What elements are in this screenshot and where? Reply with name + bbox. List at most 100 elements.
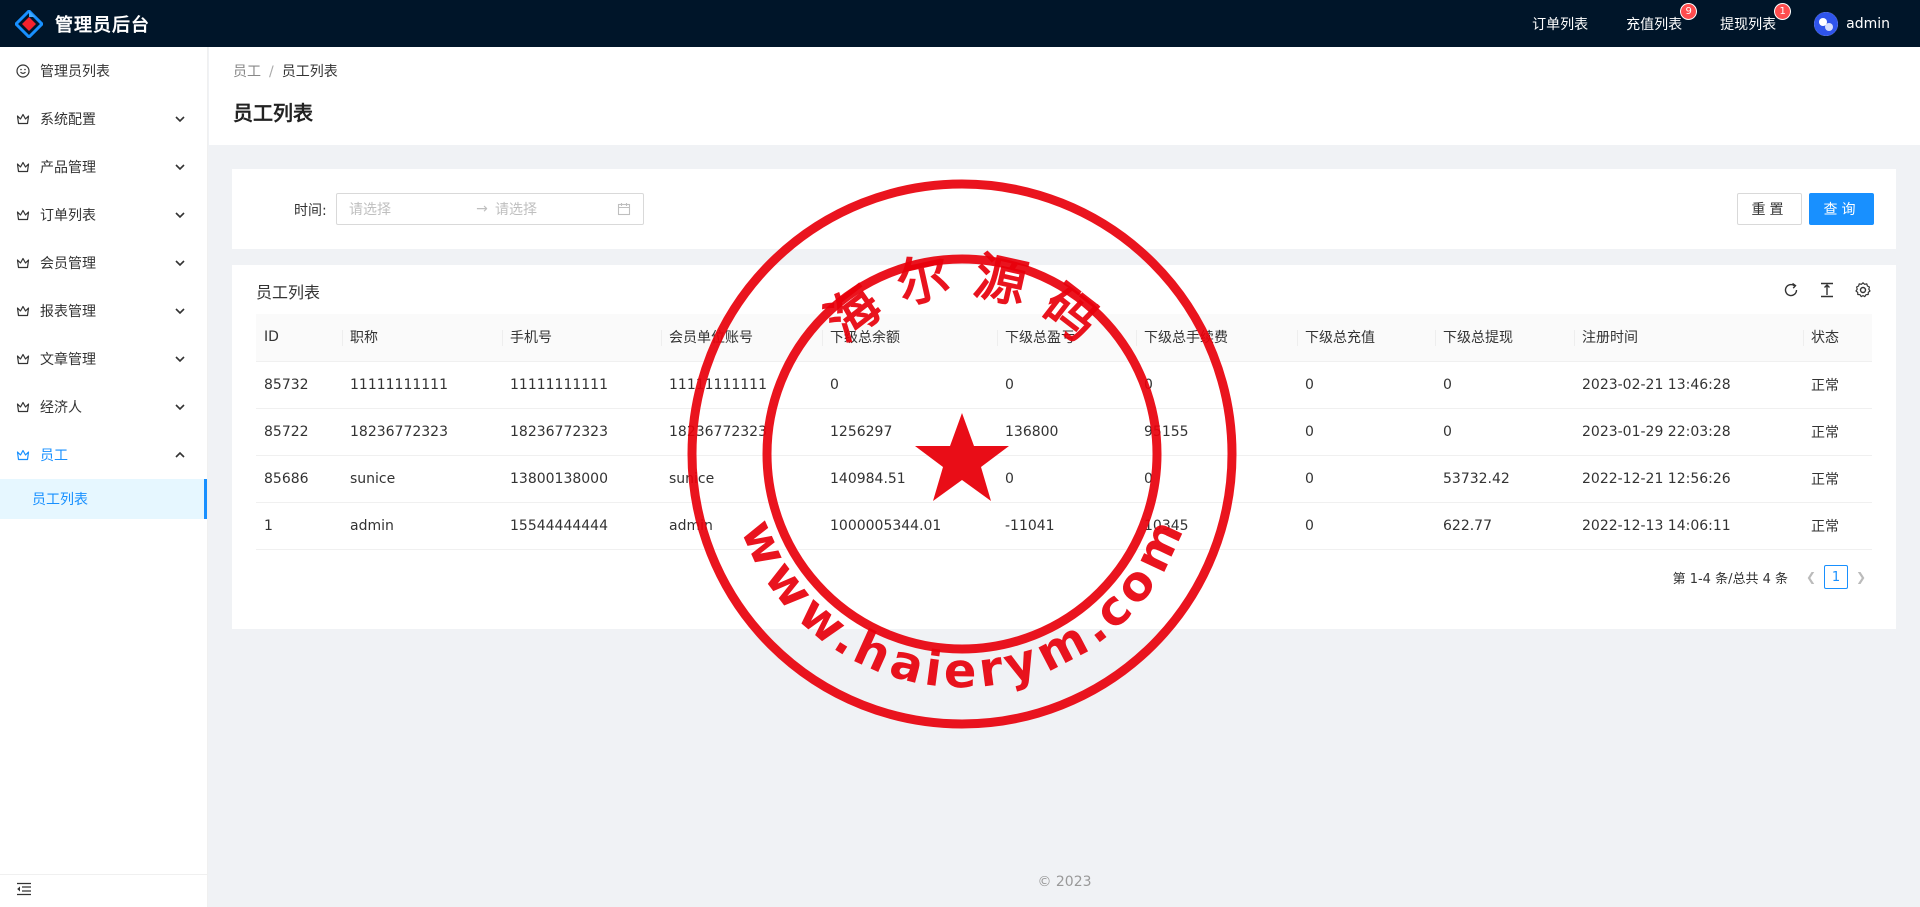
table-cell: 0 (1136, 455, 1297, 503)
header-nav: 订单列表 充值列表 9 提现列表 1 admin (1494, 0, 1890, 47)
table-cell: 18236772323 (502, 408, 661, 456)
breadcrumb-separator: / (269, 64, 274, 80)
start-date-input[interactable]: 请选择 (349, 199, 469, 219)
crown-icon (16, 352, 30, 366)
table-cell: 正常 (1803, 455, 1872, 503)
column-height-icon[interactable] (1818, 281, 1836, 299)
date-range-picker[interactable]: 请选择 → 请选择 (336, 193, 644, 225)
staff-table-card: 员工列表 ID 职称 手机号 会员单位账号 下级总余额 下级总盈亏 下级总手续费 (232, 265, 1896, 629)
sidebar-item-label: 系统配置 (40, 112, 96, 128)
footer-copyright: © 2023 (1037, 874, 1092, 890)
table-cell: 正常 (1803, 502, 1872, 550)
table-toolbar (1782, 281, 1872, 299)
crown-icon (16, 160, 30, 174)
sidebar-item-label: 管理员列表 (40, 64, 110, 80)
column-header: 下级总盈亏 (997, 314, 1136, 362)
sidebar-item-label: 订单列表 (40, 208, 96, 224)
table-cell: 11111111111 (661, 361, 822, 409)
nav-recharge-list-label: 充值列表 (1626, 16, 1683, 33)
nav-withdraw-list[interactable]: 提现列表 1 (1720, 3, 1791, 34)
table-cell: 2023-02-21 13:46:28 (1574, 361, 1803, 409)
table-cell: 2022-12-13 14:06:11 (1574, 502, 1803, 550)
sidebar-subitem-label: 员工列表 (32, 492, 88, 508)
table-cell: 0 (1297, 361, 1435, 409)
chevron-left-icon[interactable]: ❮ (1800, 570, 1822, 584)
table-cell: 0 (997, 455, 1136, 503)
recharge-count-badge: 9 (1681, 3, 1697, 19)
query-button[interactable]: 查询 (1809, 193, 1874, 225)
table-cell: 0 (1136, 361, 1297, 409)
nav-recharge-list[interactable]: 充值列表 9 (1626, 3, 1697, 34)
page-number-button[interactable]: 1 (1824, 565, 1848, 589)
column-header: 下级总手续费 (1136, 314, 1297, 362)
table-cell: 622.77 (1435, 502, 1574, 550)
table-cell: admin (661, 502, 822, 550)
chevron-down-icon (173, 160, 187, 174)
table-cell: 2022-12-21 12:56:26 (1574, 455, 1803, 503)
sidebar-item-label: 员工 (40, 448, 68, 464)
sidebar-item-system-config[interactable]: 系统配置 (0, 95, 207, 143)
table-cell: 1000005344.01 (822, 502, 997, 550)
arrow-right-icon: → (476, 201, 488, 217)
column-header: 注册时间 (1574, 314, 1803, 362)
pagination: 第 1-4 条/总共 4 条 ❮ 1 ❯ (1673, 565, 1872, 589)
nav-order-list-label: 订单列表 (1532, 16, 1589, 33)
table-cell: 15544444444 (502, 502, 661, 550)
sidebar-item-order-list[interactable]: 订单列表 (0, 191, 207, 239)
table-cell: 95155 (1136, 408, 1297, 456)
sidebar-item-label: 文章管理 (40, 352, 96, 368)
sidebar-item-member-manage[interactable]: 会员管理 (0, 239, 207, 287)
reset-button[interactable]: 重置 (1737, 193, 1802, 225)
table-cell: 53732.42 (1435, 455, 1574, 503)
table-cell: 85732 (256, 361, 342, 409)
reload-icon[interactable] (1782, 281, 1800, 299)
pagination-summary: 第 1-4 条/总共 4 条 (1672, 571, 1788, 587)
chevron-down-icon (173, 304, 187, 318)
table-cell: 0 (1435, 361, 1574, 409)
table-cell: 0 (822, 361, 997, 409)
setting-icon[interactable] (1854, 281, 1872, 299)
collapse-sidebar-button[interactable] (0, 874, 207, 907)
breadcrumb-current: 员工列表 (281, 64, 338, 80)
table-cell: 11111111111 (342, 361, 502, 409)
column-header: 会员单位账号 (661, 314, 822, 362)
logo[interactable]: 管理员后台 (13, 8, 150, 39)
sidebar-item-label: 会员管理 (40, 256, 96, 272)
sidebar-item-label: 产品管理 (40, 160, 96, 176)
sidebar-item-label: 经济人 (40, 400, 82, 416)
sidebar-item-broker[interactable]: 经济人 (0, 383, 207, 431)
sidebar-item-report-manage[interactable]: 报表管理 (0, 287, 207, 335)
crown-icon (16, 112, 30, 126)
table-cell: 1256297 (822, 408, 997, 456)
sidebar-subitem-staff-list[interactable]: 员工列表 (0, 479, 207, 519)
sidebar-item-admin-list[interactable]: 管理员列表 (0, 47, 207, 95)
column-header: 手机号 (502, 314, 661, 362)
sidebar-item-product-manage[interactable]: 产品管理 (0, 143, 207, 191)
user-menu[interactable]: admin (1814, 11, 1890, 36)
page-header: 员工 / 员工列表 员工列表 (209, 47, 1920, 145)
table-cell: 2023-01-29 22:03:28 (1574, 408, 1803, 456)
column-header: 下级总余额 (822, 314, 997, 362)
table-cell: 0 (1297, 455, 1435, 503)
breadcrumb-parent[interactable]: 员工 (233, 64, 261, 80)
calendar-icon (617, 202, 631, 216)
sidebar: 管理员列表 系统配置 产品管理 订单列表 会员管理 报表管理 文章管理 经济人 … (0, 47, 208, 907)
table-header-row: ID 职称 手机号 会员单位账号 下级总余额 下级总盈亏 下级总手续费 下级总充… (256, 314, 1872, 362)
sidebar-item-article-manage[interactable]: 文章管理 (0, 335, 207, 383)
table-cell: 0 (1435, 408, 1574, 456)
column-header: 下级总充值 (1297, 314, 1435, 362)
sidebar-item-staff[interactable]: 员工 (0, 431, 207, 479)
table-cell: 140984.51 (822, 455, 997, 503)
table-cell: sunice (342, 455, 502, 503)
table-cell: 13800138000 (502, 455, 661, 503)
breadcrumb: 员工 / 员工列表 (233, 61, 338, 81)
nav-order-list[interactable]: 订单列表 (1532, 14, 1588, 34)
app-title: 管理员后台 (55, 14, 150, 36)
chevron-down-icon (173, 208, 187, 222)
page-title: 员工列表 (233, 101, 313, 125)
table-title: 员工列表 (256, 283, 321, 302)
crown-icon (16, 400, 30, 414)
table-cell: 18236772323 (661, 408, 822, 456)
end-date-input[interactable]: 请选择 (495, 199, 613, 219)
chevron-right-icon[interactable]: ❯ (1850, 570, 1872, 584)
